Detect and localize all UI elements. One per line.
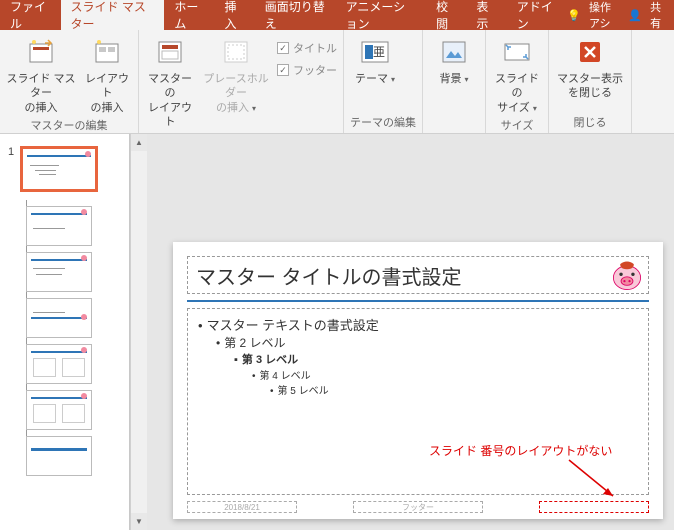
tab-file[interactable]: ファイル	[0, 0, 61, 30]
chevron-down-icon: ▾	[252, 104, 256, 113]
slide-size-button[interactable]: スライドの サイズ ▾	[492, 34, 542, 115]
tell-me[interactable]: 操作アシ	[589, 0, 620, 31]
body-level1: マスター テキストの書式設定	[198, 315, 638, 334]
annotation-arrow-icon	[565, 456, 625, 504]
tab-slide-master[interactable]: スライド マスター	[61, 0, 165, 30]
pig-icon	[610, 259, 644, 293]
thumbnail-master[interactable]	[20, 146, 98, 192]
tab-view[interactable]: 表示	[466, 0, 506, 30]
title-checkbox[interactable]: ✓タイトル	[277, 40, 337, 56]
insert-slide-master-icon	[25, 36, 57, 68]
ribbon-body: スライド マスター の挿入 レイアウト の挿入 マスターの編集 マスターの レイ…	[0, 30, 674, 134]
group-size: スライドの サイズ ▾ サイズ	[486, 30, 549, 133]
group-master-layout: マスターの レイアウト プレースホルダー の挿入 ▾ ✓タイトル ✓フッター マ…	[139, 30, 344, 133]
tab-addin[interactable]: アドイン	[507, 0, 568, 30]
thumbnail-layout[interactable]	[26, 206, 92, 246]
thumbnail-layout[interactable]	[26, 252, 92, 292]
body-level4: 第 4 レベル	[252, 367, 638, 382]
body-level5: 第 5 レベル	[270, 382, 638, 397]
tab-insert[interactable]: 挿入	[215, 0, 255, 30]
tell-me-icon: 💡	[567, 9, 581, 22]
thumbnail-layout[interactable]	[26, 436, 92, 476]
thumb-number: 1	[8, 146, 16, 158]
body-level3: 第 3 レベル	[234, 351, 638, 367]
chevron-down-icon: ▾	[533, 104, 537, 113]
group-edit-master: スライド マスター の挿入 レイアウト の挿入 マスターの編集	[0, 30, 139, 133]
group-label-edit-master: マスターの編集	[6, 115, 132, 136]
tab-home[interactable]: ホーム	[164, 0, 214, 30]
insert-placeholder-icon	[220, 36, 252, 68]
theme-button[interactable]: 亜 テーマ ▾	[350, 34, 400, 86]
ribbon-tabs: ファイル スライド マスター ホーム 挿入 画面切り替え アニメーション 校閲 …	[0, 0, 674, 30]
background-button[interactable]: 背景 ▾	[429, 34, 479, 86]
group-label-size: サイズ	[492, 115, 542, 136]
group-close: マスター表示 を閉じる 閉じる	[549, 30, 632, 133]
close-master-button[interactable]: マスター表示 を閉じる	[555, 34, 625, 101]
tab-animation[interactable]: アニメーション	[336, 0, 427, 30]
insert-slide-master-button[interactable]: スライド マスター の挿入	[6, 34, 76, 115]
slide-size-icon	[501, 36, 533, 68]
scroll-down-icon[interactable]: ▼	[131, 513, 147, 530]
chevron-down-icon: ▾	[465, 75, 469, 84]
share-icon[interactable]: 👤	[628, 9, 642, 22]
footer-checkbox[interactable]: ✓フッター	[277, 62, 337, 78]
workspace: 1 ▲ ▼ マスター タイトルの書式設定	[0, 134, 674, 530]
group-label-close: 閉じる	[555, 112, 625, 133]
thumb-scrollbar[interactable]: ▲ ▼	[130, 134, 147, 530]
thumbnail-panel[interactable]: 1	[0, 134, 130, 530]
title-underline	[187, 300, 649, 302]
group-edit-theme: 亜 テーマ ▾ テーマの編集	[344, 30, 423, 133]
group-background: 背景 ▾ .	[423, 30, 486, 133]
body-level2: 第 2 レベル	[216, 334, 638, 351]
master-layout-button[interactable]: マスターの レイアウト	[145, 34, 195, 129]
chevron-down-icon: ▾	[391, 75, 395, 84]
slide-canvas[interactable]: マスター タイトルの書式設定 マスター テキストの書式設定 第 2 レベル 第 …	[147, 134, 674, 530]
insert-layout-icon	[91, 36, 123, 68]
thumbnail-layout[interactable]	[26, 390, 92, 430]
tab-review[interactable]: 校閲	[426, 0, 466, 30]
theme-icon: 亜	[359, 36, 391, 68]
title-text: マスター タイトルの書式設定	[196, 261, 462, 290]
thumbnail-layout[interactable]	[26, 298, 92, 338]
insert-layout-button[interactable]: レイアウト の挿入	[82, 34, 132, 115]
group-label-edit-theme: テーマの編集	[350, 112, 416, 133]
insert-placeholder-button[interactable]: プレースホルダー の挿入 ▾	[201, 34, 271, 115]
footer-placeholder[interactable]: フッター	[353, 501, 483, 513]
master-layout-icon	[154, 36, 186, 68]
scroll-up-icon[interactable]: ▲	[131, 134, 147, 151]
close-icon	[574, 36, 606, 68]
background-icon	[438, 36, 470, 68]
date-placeholder[interactable]: 2018/8/21	[187, 501, 297, 513]
tab-transition[interactable]: 画面切り替え	[255, 0, 336, 30]
title-placeholder[interactable]: マスター タイトルの書式設定	[187, 256, 649, 294]
thumbnail-layout[interactable]	[26, 344, 92, 384]
share-button[interactable]: 共有	[650, 0, 666, 31]
svg-text:亜: 亜	[373, 45, 385, 59]
